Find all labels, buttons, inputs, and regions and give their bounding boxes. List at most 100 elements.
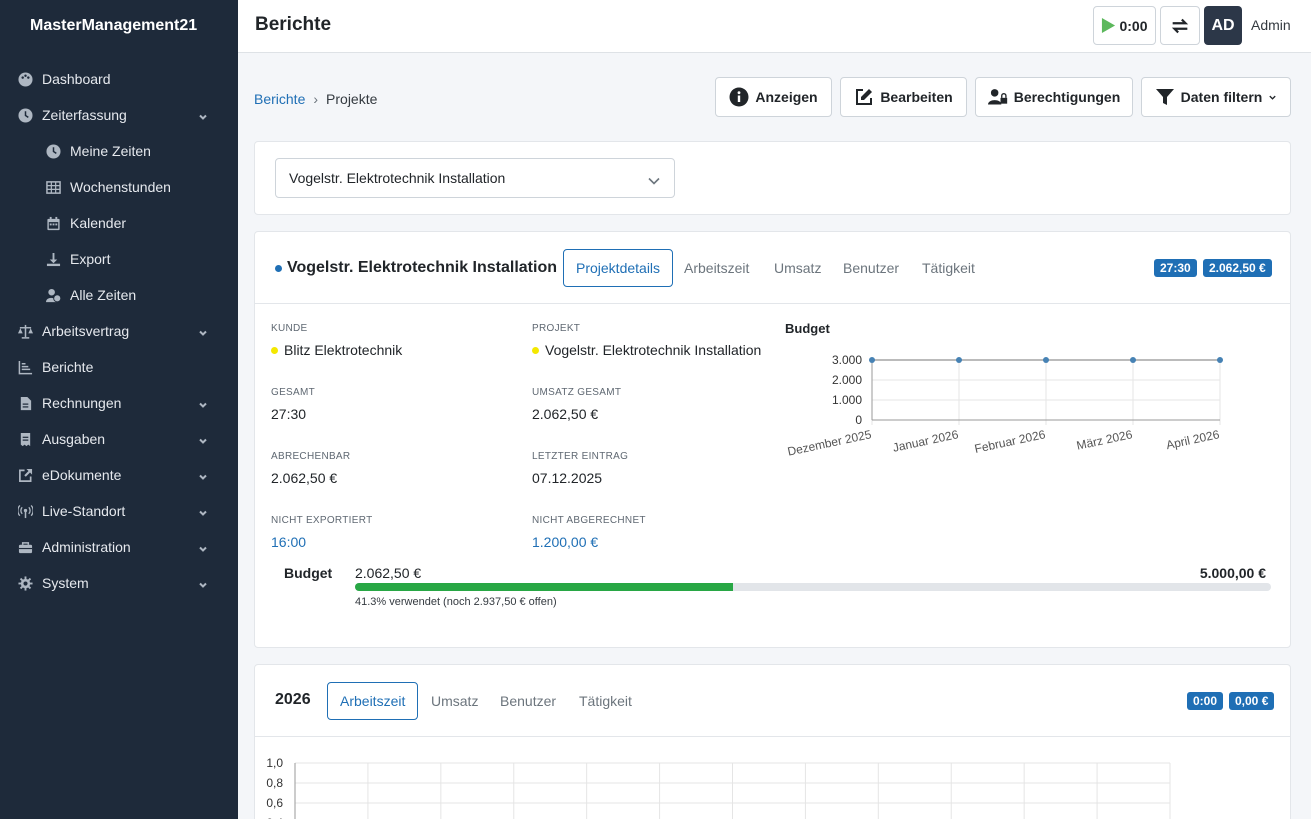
project-select[interactable]: Vogelstr. Elektrotechnik Installation <box>275 158 675 198</box>
filter-label: Daten filtern <box>1180 89 1263 105</box>
sidebar-item-dashboard[interactable]: Dashboard <box>0 61 238 97</box>
sync-button[interactable] <box>1160 6 1200 45</box>
sidebar-item-label: System <box>42 575 89 591</box>
breadcrumb-link-berichte[interactable]: Berichte <box>254 91 305 107</box>
budget-chart-title: Budget <box>785 321 830 336</box>
tab-taetigkeit-year[interactable]: Tätigkeit <box>579 682 632 720</box>
project-title: Vogelstr. Elektrotechnik Installation <box>275 259 557 277</box>
tab-arbeitszeit-year[interactable]: Arbeitszeit <box>327 682 419 720</box>
y-tick-label: 3.000 <box>832 353 862 367</box>
tab-projektdetails[interactable]: Projektdetails <box>563 249 674 287</box>
sidebar-item-live-standort[interactable]: Live-Standort <box>0 493 238 529</box>
breadcrumb-current: Projekte <box>326 91 378 107</box>
year-title: 2026 <box>275 691 311 708</box>
chevron-down-icon <box>198 325 208 336</box>
tab-benutzer-year[interactable]: Benutzer <box>500 682 556 720</box>
gesamt-value: 27:30 <box>271 406 307 422</box>
data-point <box>1217 357 1223 363</box>
sidebar-item-label: Arbeitsvertrag <box>42 323 130 339</box>
sync-icon <box>1171 18 1189 33</box>
sidebar-item-label: Wochenstunden <box>70 179 171 195</box>
broadcast-icon <box>17 503 34 520</box>
sidebar-item-label: Administration <box>42 539 131 555</box>
y-tick-label: 1,0 <box>266 756 283 770</box>
project-details-card: Vogelstr. Elektrotechnik Installation Pr… <box>254 231 1291 648</box>
chevron-down-icon <box>198 469 208 480</box>
user-name[interactable]: Admin <box>1251 17 1291 33</box>
y-tick-label: 1.000 <box>832 393 862 407</box>
umsatz-gesamt-label: UMSATZ GESAMT <box>532 387 622 398</box>
abrechenbar-value: 2.062,50 € <box>271 470 338 486</box>
project-select-card: Vogelstr. Elektrotechnik Installation <box>254 141 1291 215</box>
tab-benutzer[interactable]: Benutzer <box>843 249 899 287</box>
timer-value: 0:00 <box>1119 17 1148 34</box>
project-dot <box>275 264 282 272</box>
breadcrumb-separator: › <box>313 91 319 107</box>
x-tick-label: April 2026 <box>1165 427 1221 452</box>
table-icon <box>45 179 62 196</box>
calendar-icon <box>45 215 62 232</box>
project-color-dot <box>532 346 539 354</box>
external-link-icon <box>17 467 34 484</box>
invoice-icon <box>17 395 34 412</box>
avatar[interactable]: AD <box>1204 6 1242 45</box>
year-amount-badge: 0,00 € <box>1229 692 1275 710</box>
sidebar-item-berichte[interactable]: Berichte <box>0 349 238 385</box>
download-icon <box>45 251 62 268</box>
chevron-down-icon <box>1269 95 1277 100</box>
sidebar-item-kalender[interactable]: Kalender <box>0 205 238 241</box>
data-point <box>956 357 962 363</box>
chevron-down-icon <box>198 433 208 444</box>
show-label: Anzeigen <box>755 89 818 105</box>
project-title-text: Vogelstr. Elektrotechnik Installation <box>287 259 557 276</box>
kunde-text: Blitz Elektrotechnik <box>284 342 403 358</box>
filter-button[interactable]: Daten filtern <box>1141 77 1291 117</box>
user-lock-icon <box>987 89 1007 105</box>
sidebar-item-label: Zeiterfassung <box>42 107 127 123</box>
umsatz-gesamt-value: 2.062,50 € <box>532 406 599 422</box>
letzter-eintrag-value: 07.12.2025 <box>532 470 603 486</box>
edit-button[interactable]: Bearbeiten <box>840 77 967 117</box>
sidebar-item-rechnungen[interactable]: Rechnungen <box>0 385 238 421</box>
chevron-down-icon <box>198 109 208 120</box>
sidebar-item-label: Ausgaben <box>42 431 106 447</box>
sidebar-item-wochenstunden[interactable]: Wochenstunden <box>0 169 238 205</box>
nicht-abgerechnet-value[interactable]: 1.200,00 € <box>532 534 598 550</box>
timer-button[interactable]: 0:00 <box>1093 6 1156 45</box>
sidebar-item-zeiterfassung[interactable]: Zeiterfassung <box>0 97 238 133</box>
play-icon <box>1102 18 1116 33</box>
sidebar-item-alle-zeiten[interactable]: Alle Zeiten <box>0 277 238 313</box>
tab-umsatz[interactable]: Umsatz <box>774 249 821 287</box>
sidebar-item-label: Kalender <box>70 215 127 231</box>
palette-icon <box>17 71 34 88</box>
projekt-label: PROJEKT <box>532 323 581 334</box>
tab-arbeitszeit[interactable]: Arbeitszeit <box>684 249 749 287</box>
sidebar-item-meine-zeiten[interactable]: Meine Zeiten <box>0 133 238 169</box>
sidebar-item-edokumente[interactable]: eDokumente <box>0 457 238 493</box>
sidebar-item-ausgaben[interactable]: Ausgaben <box>0 421 238 457</box>
year-card: 2026 Arbeitszeit Umsatz Benutzer Tätigke… <box>254 664 1291 819</box>
brand-logo[interactable]: MasterManagement21 <box>0 0 238 52</box>
projekt-value: Vogelstr. Elektrotechnik Installation <box>532 342 761 358</box>
chart-line-icon <box>17 359 34 376</box>
gesamt-label: GESAMT <box>271 387 316 398</box>
show-button[interactable]: Anzeigen <box>715 77 832 117</box>
y-tick-label: 0,8 <box>266 776 283 790</box>
tab-umsatz-year[interactable]: Umsatz <box>431 682 478 720</box>
breadcrumb: Berichte › Projekte <box>254 91 377 107</box>
sidebar-item-export[interactable]: Export <box>0 241 238 277</box>
budget-label: Budget <box>284 565 333 581</box>
tab-taetigkeit[interactable]: Tätigkeit <box>922 249 975 287</box>
sidebar-item-administration[interactable]: Administration <box>0 529 238 565</box>
clock-icon <box>17 107 34 124</box>
year-card-header: 2026 Arbeitszeit Umsatz Benutzer Tätigke… <box>255 665 1290 737</box>
permissions-button[interactable]: Berechtigungen <box>975 77 1133 117</box>
sidebar-item-label: Alle Zeiten <box>70 287 137 303</box>
sidebar-item-arbeitsvertrag[interactable]: Arbeitsvertrag <box>0 313 238 349</box>
x-tick-label: Januar 2026 <box>891 427 959 455</box>
sidebar-nav: Dashboard Zeiterfassung Meine Zeiten Wochen… <box>0 61 238 601</box>
sidebar-item-system[interactable]: System <box>0 565 238 601</box>
year-time-badge: 0:00 <box>1187 692 1224 710</box>
nicht-exportiert-value[interactable]: 16:00 <box>271 534 306 550</box>
projekt-text: Vogelstr. Elektrotechnik Installation <box>545 342 762 358</box>
